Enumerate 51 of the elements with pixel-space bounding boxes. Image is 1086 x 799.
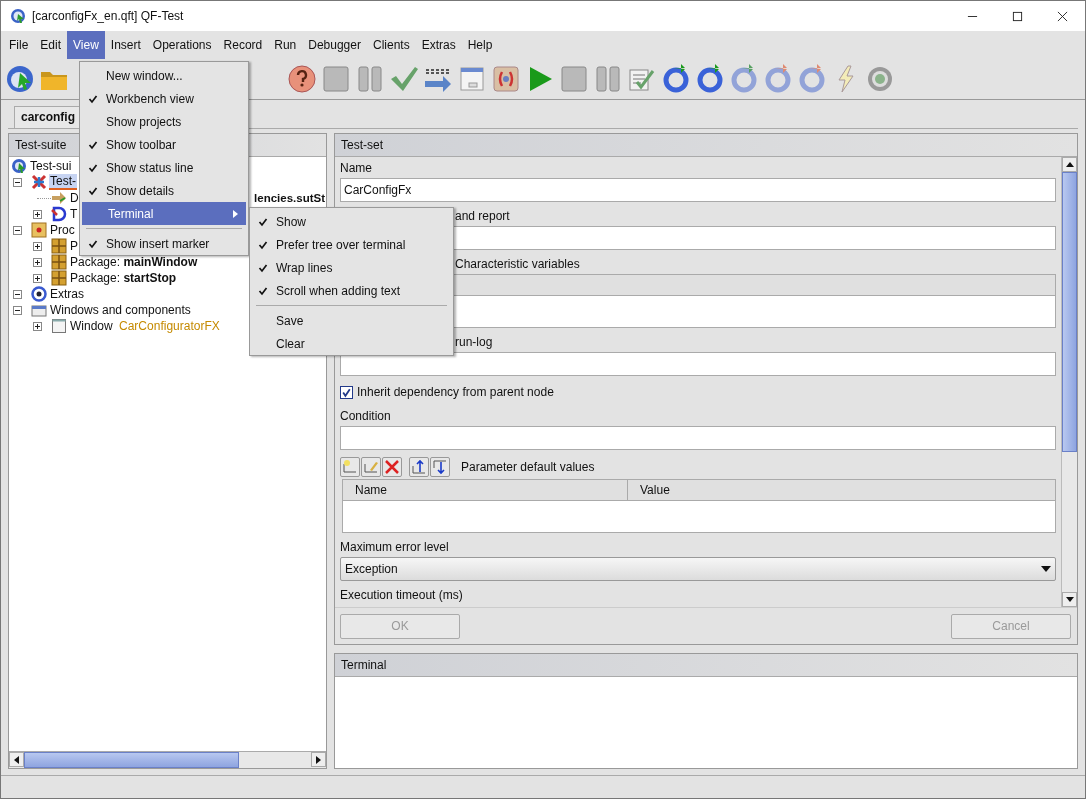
menu-item[interactable]: Clear (250, 332, 453, 355)
dropdown[interactable]: Exception (340, 557, 1056, 581)
menu-item[interactable]: File (3, 31, 35, 59)
panel-header: Terminal (335, 654, 1077, 677)
tree-item[interactable]: Package: startStop (69, 271, 178, 285)
panel-header: Test-set (335, 134, 1077, 157)
menu-item[interactable]: Show details (80, 179, 248, 202)
tree-item[interactable]: Proc (49, 223, 76, 237)
field-label: and report (454, 208, 511, 225)
field-label: Name (340, 160, 373, 177)
column-header[interactable]: Name (343, 480, 628, 500)
column-header[interactable]: Value (628, 480, 1055, 500)
menu-item[interactable]: Show status line (80, 156, 248, 179)
table-label: Parameter default values (461, 460, 595, 474)
table-label: Characteristic variables (454, 256, 581, 273)
menu-item[interactable]: Record (217, 31, 269, 59)
menu-item[interactable]: Extras (415, 31, 462, 59)
menu-item[interactable]: Insert (104, 31, 147, 59)
menu-item[interactable]: Edit (34, 31, 68, 59)
menu-item[interactable]: Show toolbar (80, 133, 248, 156)
menu-item[interactable]: Save (250, 309, 453, 332)
tree-item[interactable]: Test-sui (29, 159, 73, 173)
text-field[interactable]: CarConfigFx (340, 178, 1056, 202)
menu-item[interactable]: Scroll when adding text (250, 279, 453, 302)
tree-item-text: lencies.sutSt (254, 192, 326, 204)
tree-item[interactable]: P (69, 239, 79, 253)
tree-item[interactable]: Package: mainWindow (69, 255, 199, 269)
tree-item[interactable]: Window CarConfiguratorFX (69, 319, 221, 333)
tree-item[interactable]: Windows and components (49, 303, 192, 317)
menu-item[interactable]: Help (461, 31, 499, 59)
tree-item[interactable]: Test- (49, 174, 77, 190)
menu-item[interactable]: Wrap lines (250, 256, 453, 279)
field-label: Execution timeout (ms) (340, 587, 464, 604)
menu-item[interactable]: View (67, 31, 105, 59)
menu-item[interactable]: Debugger (302, 31, 367, 59)
field-label: Condition (340, 408, 392, 425)
checkbox-label: Inherit dependency from parent node (357, 385, 554, 399)
menu-item[interactable]: Run (268, 31, 303, 59)
field-label: run-log (454, 334, 494, 351)
window-title: [carconfigFx_en.qft] QF-Test (32, 9, 184, 23)
menu-item[interactable]: Operations (146, 31, 218, 59)
menu-item[interactable]: Clients (366, 31, 416, 59)
submenu-item[interactable]: Terminal (82, 202, 246, 225)
tree-item[interactable]: Extras (49, 287, 85, 301)
tree-item[interactable]: T (69, 207, 79, 221)
field-label: Maximum error level (340, 539, 450, 556)
menu-item[interactable]: Show insert marker (80, 232, 248, 255)
menu-item[interactable]: Prefer tree over terminal (250, 233, 453, 256)
tree-item[interactable]: D (69, 191, 80, 205)
menu-item[interactable]: Show (250, 210, 453, 233)
menu-item[interactable]: New window... (80, 64, 248, 87)
